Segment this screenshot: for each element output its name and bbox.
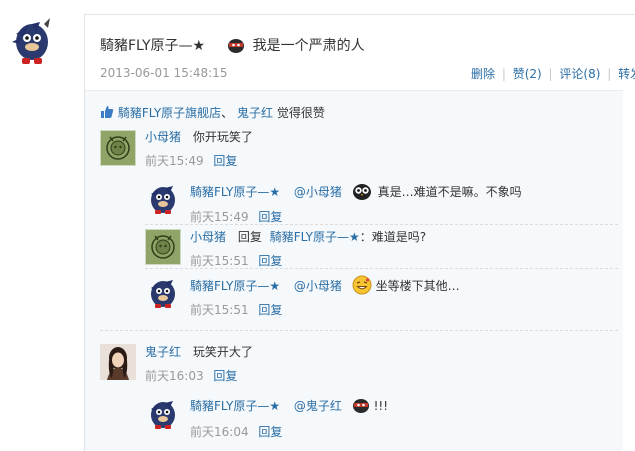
grin-emoji-icon bbox=[352, 275, 372, 298]
reply-author-link[interactable]: 騎豬FLY原子—★ bbox=[190, 185, 280, 199]
reply-body: 騎豬FLY原子—★ @小母猪 坐等楼下其他… bbox=[190, 275, 460, 298]
reply-button[interactable]: 回复 bbox=[258, 425, 282, 439]
reply-body: 騎豬FLY原子—★ @小母猪 真是…难道不是嘛。不象吗 bbox=[190, 182, 522, 203]
post-text: 我是一个严肃的人 bbox=[252, 38, 365, 54]
reply-time: 前天15:51 bbox=[190, 254, 249, 268]
action-separator: | bbox=[607, 67, 612, 81]
delete-button[interactable]: 删除 bbox=[471, 67, 495, 81]
reply-meta: 前天15:49 回复 bbox=[190, 208, 282, 225]
reply-meta: 前天15:51 回复 bbox=[190, 252, 282, 269]
likes-suffix: 觉得很赞 bbox=[276, 106, 325, 120]
commenter-avatar[interactable] bbox=[100, 344, 136, 380]
post-timestamp: 2013-06-01 15:48:15 bbox=[100, 66, 228, 80]
reply-author-avatar[interactable] bbox=[145, 274, 181, 310]
likes-line: 騎豬FLY原子旗舰店、 鬼子红 觉得很赞 bbox=[100, 104, 325, 122]
like-button[interactable]: 赞(2) bbox=[513, 67, 542, 81]
reply-button[interactable]: 回复 bbox=[258, 303, 282, 317]
divider bbox=[100, 330, 618, 331]
comment-body: 鬼子红 玩笑开大了 bbox=[145, 343, 253, 360]
comment-time: 前天15:49 bbox=[145, 154, 204, 168]
post-author-avatar[interactable] bbox=[10, 14, 54, 68]
comment-author-link[interactable]: 小母猪 bbox=[145, 130, 181, 144]
like-separator: 、 bbox=[221, 106, 234, 120]
reply-meta: 前天16:04 回复 bbox=[190, 423, 282, 440]
post-author-link[interactable]: 騎豬FLY原子—★ bbox=[100, 38, 205, 54]
reply-author-link[interactable]: 騎豬FLY原子—★ bbox=[190, 279, 280, 293]
action-separator: | bbox=[501, 67, 506, 81]
ninja-emoji-icon bbox=[352, 397, 370, 416]
comment-time: 前天16:03 bbox=[145, 369, 204, 383]
comment-button[interactable]: 评论(8) bbox=[559, 67, 600, 81]
reply-button[interactable]: 回复 bbox=[258, 254, 282, 268]
reply-author-link[interactable]: 小母猪 bbox=[190, 230, 226, 244]
thumb-up-icon bbox=[100, 105, 114, 122]
reply-text: 真是…难道不是嘛。不象吗 bbox=[377, 185, 522, 199]
mention-link[interactable]: @小母猪 bbox=[294, 185, 342, 199]
comment-meta: 前天15:49 回复 bbox=[145, 152, 237, 169]
post-header: 騎豬FLY原子—★ 我是一个严肃的人 bbox=[100, 35, 365, 56]
reply-author-link[interactable]: 騎豬FLY原子—★ bbox=[190, 399, 280, 413]
comment-meta: 前天16:03 回复 bbox=[145, 367, 237, 384]
reply-button[interactable]: 回复 bbox=[213, 154, 237, 168]
owl-emoji-icon bbox=[352, 182, 372, 203]
reply-author-avatar[interactable] bbox=[145, 395, 181, 431]
reply-meta: 前天15:51 回复 bbox=[190, 301, 282, 318]
reply-target-link[interactable]: 騎豬FLY原子—★ bbox=[270, 230, 360, 244]
reply-time: 前天15:49 bbox=[190, 210, 249, 224]
post-actions: 删除 | 赞(2) | 评论(8) | 转发 bbox=[471, 65, 635, 82]
comment-text: 玩笑开大了 bbox=[192, 345, 253, 359]
reply-time: 前天16:04 bbox=[190, 425, 249, 439]
reply-text: !!! bbox=[373, 399, 389, 413]
action-separator: | bbox=[548, 67, 553, 81]
reply-author-avatar[interactable] bbox=[145, 180, 181, 216]
divider bbox=[145, 268, 618, 269]
reply-word: 回复 bbox=[237, 230, 262, 244]
mention-link[interactable]: @鬼子红 bbox=[294, 399, 342, 413]
reply-body: 小母猪 回复 騎豬FLY原子—★：难道是吗? bbox=[190, 228, 426, 245]
reply-text: ：难道是吗? bbox=[359, 230, 427, 244]
reply-body: 騎豬FLY原子—★ @鬼子红 !!! bbox=[190, 397, 388, 416]
reply-button[interactable]: 回复 bbox=[213, 369, 237, 383]
mention-link[interactable]: @小母猪 bbox=[294, 279, 342, 293]
reply-author-avatar[interactable] bbox=[145, 229, 181, 265]
comment-text: 你开玩笑了 bbox=[192, 130, 253, 144]
reply-time: 前天15:51 bbox=[190, 303, 249, 317]
reply-text: 坐等楼下其他… bbox=[375, 279, 460, 293]
like-user-link[interactable]: 鬼子红 bbox=[237, 106, 273, 120]
reply-button[interactable]: 回复 bbox=[258, 210, 282, 224]
comment-author-link[interactable]: 鬼子红 bbox=[145, 345, 181, 359]
commenter-avatar[interactable] bbox=[100, 130, 136, 166]
divider bbox=[145, 224, 618, 225]
comment-body: 小母猪 你开玩笑了 bbox=[145, 128, 253, 145]
ninja-emoji-icon bbox=[227, 37, 245, 56]
like-user-link[interactable]: 騎豬FLY原子旗舰店 bbox=[118, 106, 221, 120]
forward-button[interactable]: 转发 bbox=[618, 67, 635, 81]
